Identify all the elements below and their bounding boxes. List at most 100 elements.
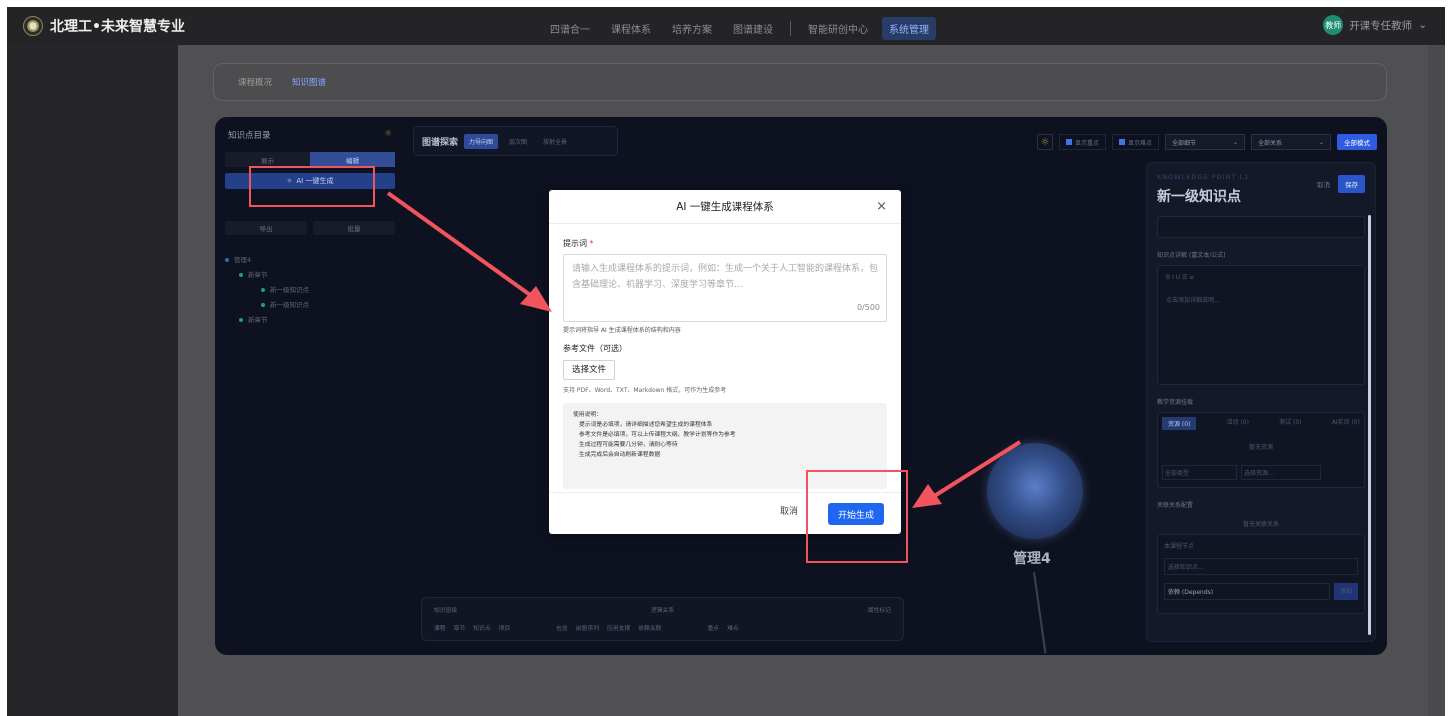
theme-toggle-icon[interactable]: ☼ [1036, 134, 1053, 150]
highlight-box [249, 166, 375, 207]
res-tab[interactable]: 活动 (0) [1227, 417, 1249, 430]
detail-placeholder: 点击添加详细说明... [1166, 297, 1220, 304]
type-select[interactable]: 全部类型 [1162, 465, 1237, 480]
legend-item: 重点 [707, 626, 720, 632]
usage-line: 参考文件是必填项，可以上传课程大纲、教学计划等作为参考 [579, 432, 736, 438]
file-hint: 支持 PDF、Word、TXT、Markdown 格式，可作为生成参考 [563, 387, 727, 394]
toggle-view[interactable]: 展示 [225, 152, 310, 167]
show-key-checkbox[interactable]: 显示重点 [1058, 134, 1106, 150]
res-tab[interactable]: 资源 (0) [1162, 417, 1197, 430]
relation-select[interactable]: 全部关系 ⌄ [1251, 134, 1331, 150]
user-menu[interactable]: 教师 开课专任教师 ⌄ [1323, 15, 1427, 35]
catalog-title: 知识点目录 [228, 131, 271, 141]
kp-cancel-button[interactable]: 取消 [1317, 179, 1330, 189]
node-dot-icon [261, 303, 265, 307]
catalog-actions: 导出 批量 [225, 221, 395, 235]
prompt-placeholder: 请输入生成课程体系的提示词，例如：生成一个关于人工智能的课程体系，包含基础理论、… [572, 264, 879, 290]
tree-item[interactable]: 新一级知识点 [225, 298, 395, 313]
tree-item[interactable]: 新章节 [225, 313, 395, 328]
detail-select[interactable]: 全部细节 ⌄ [1165, 134, 1245, 150]
this-node-label: 本课程节点 [1164, 543, 1195, 550]
cancel-button[interactable]: 取消 [780, 504, 798, 517]
file-label: 参考文件（可选） [563, 344, 627, 353]
tab-knowledge-graph[interactable]: 知识图谱 [292, 76, 326, 88]
brand[interactable]: 北理工•未来智慧专业 [23, 16, 185, 36]
modal-title: AI 一键生成课程体系 [676, 201, 774, 213]
chevron-down-icon: ⌄ [1418, 19, 1427, 31]
show-difficult-checkbox[interactable]: 显示难点 [1111, 134, 1159, 150]
legend-item: 应用支撑 [607, 626, 631, 632]
graph-toolbar: 图谱探索 力导向图 层次图 放射全景 [413, 126, 618, 156]
modal-header: AI 一键生成课程体系 × [549, 190, 901, 224]
kp-select[interactable]: 选择知识点... [1164, 558, 1358, 575]
kp-level: L1 [1239, 173, 1250, 181]
toggle-edit[interactable]: 编辑 [310, 152, 395, 167]
resource-select[interactable]: 选择资源... [1241, 465, 1321, 480]
nav-item-5[interactable]: 系统管理 [882, 16, 936, 40]
nav-item-0[interactable]: 四谱合一 [543, 17, 597, 40]
checkbox-label: 显示重点 [1074, 139, 1099, 147]
modal-body: 提示词 * 请输入生成课程体系的提示词，例如：生成一个关于人工智能的课程体系，包… [549, 224, 901, 489]
legend-item: 知识点 [473, 626, 491, 632]
mode-hierarchy[interactable]: 层次图 [504, 134, 532, 149]
format-button[interactable]: 全部模式 [1337, 134, 1377, 150]
checkbox-icon [1118, 139, 1125, 145]
prompt-textarea[interactable]: 请输入生成课程体系的提示词，例如：生成一个关于人工智能的课程体系，包含基础理论、… [563, 254, 887, 322]
mode-force[interactable]: 力导向图 [464, 133, 499, 149]
legend-node-title: 知识层级 [434, 608, 458, 614]
nav-item-4[interactable]: 智能研创中心 [801, 17, 875, 40]
legend-item: 包含 [556, 626, 568, 632]
nav-item-2[interactable]: 培养方案 [665, 17, 719, 40]
res-tab[interactable]: 测试 (0) [1279, 417, 1301, 430]
tree-item[interactable]: 新一级知识点 [225, 283, 395, 298]
tree-item-label: 新一级知识点 [270, 286, 309, 294]
graph-legend: 知识层级 逻辑关系 属性标记 课程 章节 知识点 项目 包含 前驱序列 应用支撑 依… [421, 597, 904, 641]
sun-icon[interactable]: ☼ [384, 129, 392, 141]
legend-item: 项目 [498, 626, 511, 632]
legend-item: 章节 [453, 626, 466, 632]
scrollbar[interactable] [1368, 215, 1371, 635]
tab-course-overview[interactable]: 课程概况 [238, 76, 272, 88]
export-button[interactable]: 导出 [225, 221, 307, 235]
tree-item-label: 新章节 [248, 271, 268, 279]
res-tab[interactable]: AI实训 (0) [1332, 417, 1360, 430]
chevron-down-icon: ⌄ [1232, 138, 1238, 146]
res-selects: 全部类型 选择资源... [1162, 465, 1360, 480]
legend-logic-title: 逻辑关系 [650, 608, 675, 614]
prompt-label: 提示词 [563, 239, 587, 248]
char-counter: 0/500 [856, 303, 880, 312]
left-sidebar [7, 45, 178, 716]
tree-item[interactable]: 新章节 [225, 268, 395, 283]
detail-editor[interactable]: B I U ☰ ≡ 点击添加详细说明... [1157, 265, 1365, 385]
graph-filters: ☼ 显示重点 显示难点 全部细节 ⌄ 全部关系 ⌄ 全部模式 [1036, 133, 1377, 151]
editor-toolbar[interactable]: B I U ☰ ≡ [1166, 274, 1356, 281]
add-relation-button[interactable]: 添加 [1333, 583, 1358, 600]
tree-item-label: 管理4 [234, 256, 252, 264]
knowledge-point-editor: KNOWLEDGE POINT L1 新一级知识点 取消 保存 知识点详解 (富文… [1146, 162, 1376, 642]
top-bar: 北理工•未来智慧专业 四谱合一 课程体系 培养方案 图谱建设 智能研创中心 系统… [7, 7, 1445, 45]
select-value: 全部关系 [1258, 139, 1283, 147]
node-dot-icon [239, 273, 243, 277]
resources-label: 教学资源挂载 [1157, 399, 1194, 406]
right-gutter [1428, 45, 1445, 716]
legend-tag-title: 属性标记 [867, 608, 891, 614]
graph-node[interactable] [987, 443, 1083, 539]
kp-name-input[interactable] [1157, 216, 1365, 238]
node-dot-icon [239, 318, 243, 322]
nav-divider [790, 20, 791, 36]
checkbox-icon [1065, 139, 1072, 145]
prompt-hint: 提示词将指导 AI 生成课程体系的结构和内容 [563, 327, 681, 334]
usage-line: 生成完成后会自动刷新课程数据 [579, 452, 661, 458]
legend-item: 难点 [727, 626, 739, 632]
kp-caption: KNOWLEDGE POINT [1157, 173, 1237, 181]
kp-save-button[interactable]: 保存 [1338, 175, 1365, 193]
nav-item-3[interactable]: 图谱建设 [726, 17, 780, 40]
tree-item[interactable]: 管理4 [225, 253, 395, 268]
nav-item-1[interactable]: 课程体系 [604, 17, 658, 40]
mode-radial[interactable]: 放射全景 [538, 134, 572, 149]
close-icon[interactable]: × [876, 199, 887, 214]
batch-button[interactable]: 批量 [313, 221, 395, 235]
relation-type-select[interactable]: 依赖 (Depends) [1164, 583, 1330, 600]
choose-file-button[interactable]: 选择文件 [563, 360, 616, 380]
usage-title: 使用说明： [573, 412, 602, 418]
